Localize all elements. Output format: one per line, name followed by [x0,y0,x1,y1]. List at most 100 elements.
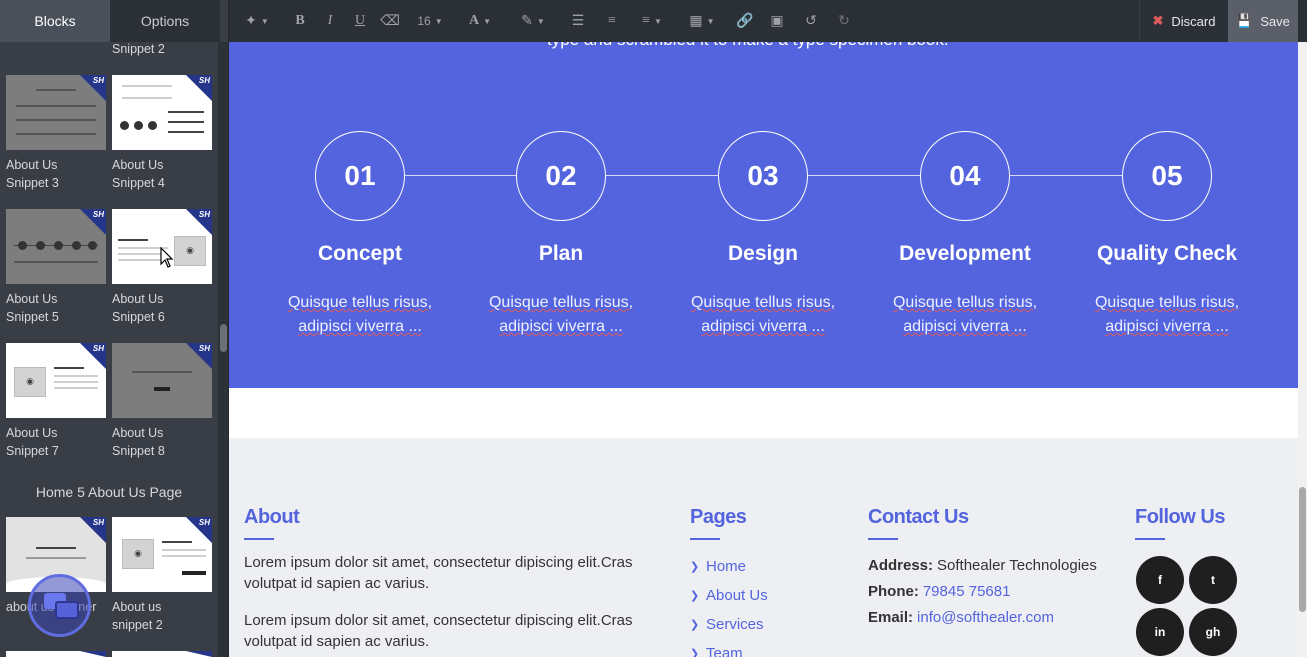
heading-underline [244,538,274,540]
font-size-dropdown[interactable]: 16 ▼ [405,0,455,42]
step-item: 05 Quality Check Quisque tellus risus, a… [1067,131,1267,339]
snippet-thumbnail: ◉ SH [112,517,212,592]
image-button[interactable]: ▣ [761,0,793,42]
numbered-list-button[interactable]: ≡ [595,0,629,42]
chevron-right-icon: ❯ [690,619,700,631]
redo-button[interactable]: ↻ [829,0,859,42]
step-desc: Quisque tellus risus, adipisci viverra .… [287,294,433,335]
font-color-dropdown[interactable]: A ▼ [455,0,505,42]
chevron-down-icon: ▼ [706,16,715,26]
image-icon: ▣ [770,13,784,29]
scrollbar-thumb[interactable] [1299,487,1306,612]
snippet-about-us-7[interactable]: ◉ SH About Us Snippet 7 [6,343,106,460]
twitter-icon[interactable]: t [1189,556,1237,604]
footer-link-services[interactable]: ❯ Services [690,610,840,639]
step-item: 04 Development Quisque tellus risus, adi… [865,131,1065,339]
step-number: 03 [718,131,808,221]
section-title: Home 5 About Us Page [35,484,183,500]
snippet-about-us-3[interactable]: SH About Us Snippet 3 [6,75,106,192]
paintbrush-icon: ✎ [521,13,533,29]
footer-about: About Lorem ipsum dolor sit amet, consec… [244,506,664,652]
eraser-button[interactable]: ⌫ [375,0,405,42]
redo-icon: ↻ [838,13,850,29]
phone-link[interactable]: 79845 75681 [923,583,1011,600]
undo-button[interactable]: ↺ [793,0,829,42]
chevron-down-icon: ▼ [653,16,662,26]
section-spacer [229,388,1298,438]
chat-bubble-icon[interactable] [28,574,91,637]
footer-heading: Contact Us [868,506,969,528]
underline-icon: U [354,13,366,28]
eraser-icon: ⌫ [380,13,400,29]
chevron-right-icon: ❯ [690,590,700,602]
facebook-icon[interactable]: f [1136,556,1184,604]
discard-button[interactable]: ✖ Discard [1139,0,1228,42]
tab-blocks[interactable]: Blocks [0,0,110,42]
save-button[interactable]: 💾 Save [1228,0,1298,42]
step-item: 03 Design Quisque tellus risus, adipisci… [663,131,863,339]
page-canvas[interactable]: type and scrambled it to make a type spe… [229,42,1298,657]
blocks-list: Snippet 2 SH About Us Snippet 3 SH About… [0,42,218,657]
close-icon: ✖ [1152,13,1164,28]
step-title: Design [727,242,798,265]
heading-underline [868,538,898,540]
footer-heading: About [244,506,300,528]
camera-icon: ◉ [174,236,206,266]
save-icon: 💾 [1236,13,1253,28]
snippet-about-us-5[interactable]: SH About Us Snippet 5 [6,209,106,326]
snippet-partial[interactable] [6,651,106,657]
numbered-list-icon: ≡ [608,13,616,28]
step-item: 01 Concept Quisque tellus risus, adipisc… [260,131,460,339]
snippet-partial[interactable] [112,651,212,657]
bullet-list-button[interactable]: ☰ [561,0,595,42]
bold-icon: B [295,13,305,28]
page-scrollbar[interactable] [1298,42,1307,657]
table-icon: ▦ [689,13,703,29]
link-button[interactable]: 🔗 [729,0,761,42]
snippet-about-us-snippet-2[interactable]: ◉ SH About us snippet 2 [112,517,212,634]
tab-options[interactable]: Options [110,0,220,42]
scrollbar-thumb[interactable] [220,324,227,352]
footer-pages: Pages ❯ Home ❯ About Us ❯ Services ❯ Team [690,506,840,657]
chevron-right-icon: ❯ [690,561,700,573]
heading-underline [690,538,720,540]
italic-button[interactable]: I [315,0,345,42]
footer-link-home[interactable]: ❯ Home [690,552,840,581]
snippet-thumbnail: SH [112,75,212,150]
footer-link-about-us[interactable]: ❯ About Us [690,581,840,610]
process-section[interactable]: type and scrambled it to make a type spe… [229,42,1298,388]
snippet-about-us-8[interactable]: SH About Us Snippet 8 [112,343,212,460]
github-icon[interactable]: gh [1189,608,1237,656]
editor-toolbar: ✦ ▼ B I U ⌫ 16 ▼ A ▼ ✎ ▼ ☰ ≡ ≡ ▼ ▦ ▼ 🔗 ▣ ↺ ↻ ✖… [229,0,1307,42]
bold-button[interactable]: B [285,0,315,42]
camera-icon: ◉ [122,539,154,569]
editor-sidebar: Blocks Options Snippet 2 SH About Us Snip… [0,0,229,657]
snippet-thumbnail: SH [112,343,212,418]
bullet-list-icon: ☰ [571,13,585,29]
site-footer[interactable]: About Lorem ipsum dolor sit amet, consec… [229,438,1298,657]
step-number: 05 [1122,131,1212,221]
camera-icon: ◉ [14,367,46,397]
sidebar-scrollbar[interactable] [218,42,228,657]
chevron-down-icon: ▼ [536,16,545,26]
snippet-about-us-4[interactable]: SH About Us Snippet 4 [112,75,212,192]
chevron-down-icon: ▼ [434,16,443,26]
sidebar-tabs: Blocks Options [0,0,228,42]
pages-list: ❯ Home ❯ About Us ❯ Services ❯ Team [690,552,840,657]
footer-link-team[interactable]: ❯ Team [690,639,840,657]
chevron-down-icon: ▼ [483,16,492,26]
contact-email: Email: info@softhealer.com [868,608,1054,626]
undo-icon: ↺ [805,13,817,29]
highlight-dropdown[interactable]: ✎ ▼ [505,0,561,42]
email-link[interactable]: info@softhealer.com [917,609,1054,626]
step-title: Development [899,242,1031,265]
table-dropdown[interactable]: ▦ ▼ [675,0,729,42]
align-dropdown[interactable]: ≡ ▼ [629,0,675,42]
linkedin-icon[interactable]: in [1136,608,1184,656]
sh-badge-icon [80,651,106,657]
underline-button[interactable]: U [345,0,375,42]
magic-wand-icon: ✦ [245,13,257,29]
contact-address: Address: Softhealer Technologies [868,556,1097,574]
magic-wand-dropdown[interactable]: ✦ ▼ [229,0,285,42]
italic-icon: I [327,13,333,28]
